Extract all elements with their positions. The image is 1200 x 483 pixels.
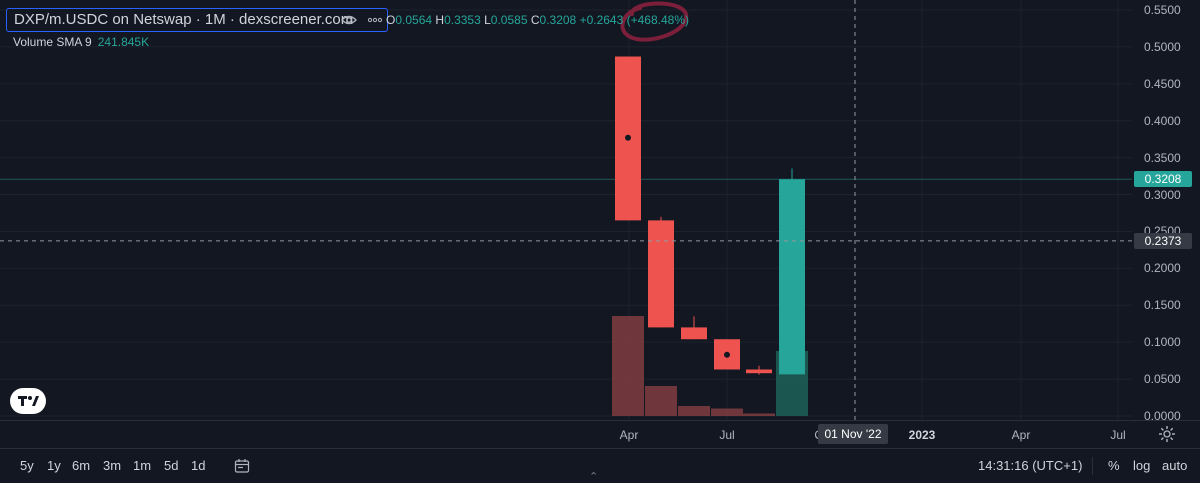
change-percent: (+468.48%) bbox=[626, 13, 689, 27]
symbol-legend[interactable]: DXP/m.USDC on Netswap · 1M · dexscreener… bbox=[6, 8, 388, 32]
volume-bar bbox=[711, 408, 743, 416]
price-tick: 0.5500 bbox=[1144, 3, 1181, 17]
high-value: 0.3353 bbox=[444, 13, 481, 27]
event-marker bbox=[624, 133, 632, 142]
volume-name: Volume SMA 9 bbox=[13, 35, 92, 49]
candle-body bbox=[779, 179, 805, 375]
time-label: 2023 bbox=[908, 428, 936, 442]
low-value: 0.0585 bbox=[490, 13, 528, 27]
price-tick: 0.4500 bbox=[1144, 76, 1181, 91]
low-label: L bbox=[484, 13, 491, 27]
candlestick-chart[interactable] bbox=[0, 0, 1132, 420]
volume-bar bbox=[612, 316, 644, 416]
price-tick: 0.4000 bbox=[1144, 113, 1181, 128]
tradingview-logo[interactable] bbox=[10, 388, 46, 414]
price-tick: 0.2000 bbox=[1144, 261, 1181, 276]
high-label: H bbox=[435, 13, 445, 27]
volume-bar bbox=[645, 386, 677, 416]
time-axis[interactable]: AprJulO2023AprJul 01 Nov '22 bbox=[0, 420, 1200, 449]
open-label: O bbox=[386, 13, 396, 27]
change-value: +0.2643 bbox=[579, 13, 624, 27]
settings-gear-icon[interactable] bbox=[1158, 425, 1176, 443]
price-tick: 0.0500 bbox=[1144, 372, 1181, 387]
chart-area[interactable]: DXP/m.USDC on Netswap · 1M · dexscreener… bbox=[0, 0, 1132, 420]
time-label: Jul bbox=[719, 428, 735, 442]
crosshair-time-tag: 01 Nov '22 bbox=[818, 424, 888, 444]
candle-body bbox=[681, 327, 707, 340]
volume-bar bbox=[678, 406, 710, 416]
close-label: C bbox=[530, 13, 540, 27]
volume-legend[interactable]: Volume SMA 9 241.845K bbox=[13, 35, 149, 49]
range-button-1d[interactable]: 1d bbox=[191, 458, 205, 473]
last-price-tag: 0.3208 bbox=[1134, 171, 1192, 187]
scroll-up-icon[interactable]: ⌃ bbox=[589, 470, 598, 483]
eye-icon[interactable] bbox=[341, 13, 357, 27]
range-button-1y[interactable]: 1y bbox=[47, 458, 61, 473]
price-tick: 0.3000 bbox=[1144, 187, 1181, 202]
price-tick: 0.3500 bbox=[1144, 150, 1181, 165]
range-button-5y[interactable]: 5y bbox=[20, 458, 34, 473]
price-tick: 0.1000 bbox=[1144, 335, 1181, 350]
tradingview-logo-mark bbox=[18, 396, 39, 406]
event-marker bbox=[723, 350, 731, 359]
auto-button[interactable]: auto bbox=[1162, 458, 1187, 473]
close-value: 0.3208 bbox=[539, 13, 577, 27]
range-button-6m[interactable]: 6m bbox=[72, 458, 90, 473]
price-tick: 0.5000 bbox=[1144, 39, 1181, 54]
price-tick: 0.1500 bbox=[1144, 298, 1181, 313]
log-button[interactable]: log bbox=[1133, 458, 1150, 473]
separator bbox=[1092, 457, 1093, 475]
symbol-title[interactable]: DXP/m.USDC on Netswap · 1M · dexscreener… bbox=[14, 11, 353, 28]
price-axis[interactable]: 0.5500 0.5000 0.4500 0.4000 0.3500 0.3000 0.25… bbox=[1132, 0, 1200, 423]
more-dots-icon[interactable] bbox=[367, 13, 383, 27]
volume-bar bbox=[743, 413, 775, 416]
candle-body bbox=[746, 369, 772, 374]
volume-value: 241.845K bbox=[97, 35, 150, 49]
range-button-5d[interactable]: 5d bbox=[164, 458, 178, 473]
percent-button[interactable]: % bbox=[1108, 458, 1120, 473]
time-label: Jul bbox=[1110, 428, 1126, 442]
timezone-clock[interactable]: 14:31:16 (UTC+1) bbox=[978, 458, 1082, 473]
time-label: Apr bbox=[619, 428, 639, 442]
candle-body bbox=[648, 220, 674, 328]
range-button-1m[interactable]: 1m bbox=[133, 458, 151, 473]
time-label: Apr bbox=[1011, 428, 1031, 442]
range-button-3m[interactable]: 3m bbox=[103, 458, 121, 473]
open-value: 0.0564 bbox=[395, 13, 433, 27]
bottom-toolbar: 5y 1y 6m 3m 1m 5d 1d 14:31:16 (UTC+1) % log au… bbox=[0, 448, 1200, 483]
ohlc-values: O0.0564 H0.3353 L0.0585 C0.3208 +0.2643 … bbox=[386, 13, 689, 27]
calendar-icon[interactable] bbox=[234, 458, 250, 474]
crosshair-price-tag: 0.2373 bbox=[1134, 233, 1192, 249]
